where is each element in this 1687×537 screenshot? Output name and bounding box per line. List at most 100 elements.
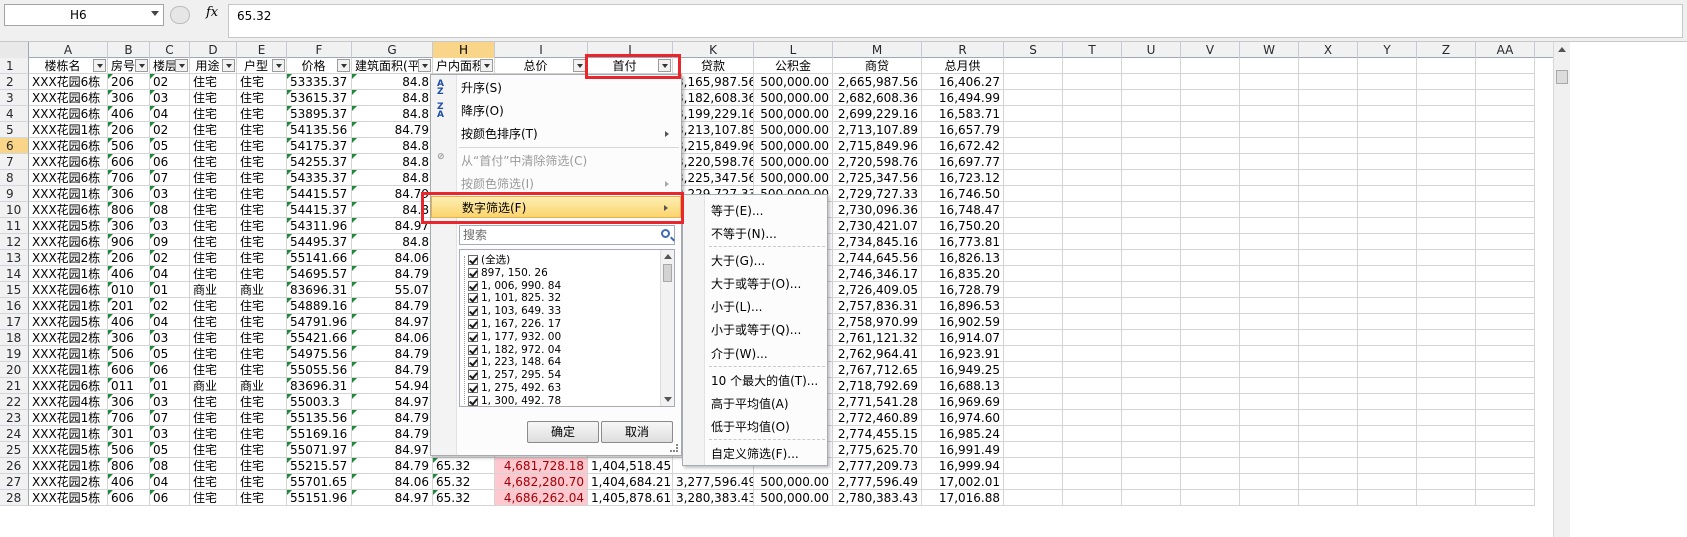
cell[interactable]: 84.97 [352, 490, 433, 506]
cell[interactable]: 55.07 [352, 282, 433, 298]
cell[interactable] [1004, 170, 1063, 186]
cell[interactable]: 2,757,836.31 [833, 298, 922, 314]
clear-filter-item[interactable]: ⊘ 从“首付”中清除筛选(C) [431, 150, 681, 172]
cell[interactable] [1063, 138, 1122, 154]
cell[interactable]: 16,985.24 [922, 426, 1004, 442]
column-header[interactable]: D [190, 42, 237, 58]
cell[interactable] [1122, 314, 1181, 330]
cell[interactable]: 55135.56 [287, 410, 352, 426]
cell[interactable] [1004, 90, 1063, 106]
cell[interactable]: 住宅 [190, 202, 237, 218]
cell[interactable] [1181, 442, 1240, 458]
cell[interactable] [1063, 410, 1122, 426]
cell[interactable]: XXX花园5栋 [29, 314, 108, 330]
cell[interactable]: 04 [150, 474, 190, 490]
cell[interactable]: XXX花园6栋 [29, 74, 108, 90]
cell[interactable] [1181, 74, 1240, 90]
cell[interactable]: 2,682,608.36 [833, 90, 922, 106]
filter-search-input[interactable]: 搜索 [459, 225, 675, 245]
cell[interactable]: 2,744,645.56 [833, 250, 922, 266]
cell[interactable] [1417, 234, 1476, 250]
cell[interactable]: 65.32 [433, 490, 495, 506]
sort-by-color-item[interactable]: 按颜色排序(T) [431, 123, 681, 145]
cell[interactable]: 84.79 [352, 458, 433, 474]
cell[interactable]: 84.79 [352, 410, 433, 426]
cell[interactable]: 306 [108, 218, 150, 234]
cell[interactable] [1358, 170, 1417, 186]
filter-dropdown-icon[interactable] [135, 59, 148, 72]
cell[interactable] [1358, 282, 1417, 298]
cell[interactable] [1417, 458, 1476, 474]
cell[interactable]: 55003.3 [287, 394, 352, 410]
cell[interactable] [1240, 74, 1299, 90]
cell[interactable] [1063, 330, 1122, 346]
cell[interactable] [1417, 170, 1476, 186]
cell[interactable]: 54889.16 [287, 298, 352, 314]
cell[interactable] [1181, 378, 1240, 394]
number-filter-option[interactable]: 自定义筛选(F)... [711, 444, 799, 464]
filter-list-item[interactable]: 1, 223, 148. 64 [468, 356, 561, 369]
header-cell[interactable]: 价格 [287, 58, 352, 74]
cell[interactable]: 住宅 [190, 394, 237, 410]
scroll-up-icon[interactable] [1558, 47, 1566, 52]
cell[interactable] [1004, 314, 1063, 330]
cell[interactable] [1063, 314, 1122, 330]
cell[interactable]: 54415.37 [287, 202, 352, 218]
cell[interactable]: 住宅 [237, 186, 287, 202]
cell[interactable] [1358, 186, 1417, 202]
column-header[interactable]: G [352, 42, 433, 58]
cell[interactable] [1063, 170, 1122, 186]
cell[interactable] [1122, 378, 1181, 394]
cell[interactable]: 53895.37 [287, 106, 352, 122]
cell[interactable] [1417, 410, 1476, 426]
cell[interactable]: 01 [150, 282, 190, 298]
cell[interactable] [1122, 410, 1181, 426]
cell[interactable] [1063, 90, 1122, 106]
cell[interactable] [1063, 458, 1122, 474]
cell[interactable]: 500,000.00 [754, 154, 833, 170]
column-header[interactable]: AA [1476, 42, 1535, 58]
cell[interactable]: 010 [108, 282, 150, 298]
checkbox-checked-icon[interactable] [468, 267, 478, 278]
header-cell[interactable]: 户型 [237, 58, 287, 74]
cell[interactable] [1240, 474, 1299, 490]
cell[interactable]: 16,672.42 [922, 138, 1004, 154]
cell[interactable] [1299, 250, 1358, 266]
cell[interactable]: 住宅 [190, 234, 237, 250]
cell[interactable] [1358, 458, 1417, 474]
cell[interactable]: 住宅 [237, 394, 287, 410]
row-header[interactable]: 5 [0, 122, 29, 138]
cell[interactable]: 住宅 [237, 202, 287, 218]
cell[interactable]: 500,000.00 [754, 122, 833, 138]
cell[interactable] [1299, 138, 1358, 154]
cell[interactable] [1299, 298, 1358, 314]
cell[interactable]: 500,000.00 [754, 490, 833, 506]
cell[interactable] [1004, 138, 1063, 154]
cell[interactable] [1417, 490, 1476, 506]
cell[interactable]: 206 [108, 74, 150, 90]
cell[interactable]: 05 [150, 346, 190, 362]
cell[interactable] [1122, 122, 1181, 138]
cell[interactable] [1358, 362, 1417, 378]
cell[interactable]: 16,750.20 [922, 218, 1004, 234]
cell[interactable]: 16,974.60 [922, 410, 1004, 426]
cell[interactable]: 2,758,970.99 [833, 314, 922, 330]
cell[interactable]: 3,225,347.56 [673, 170, 754, 186]
cell[interactable] [1181, 474, 1240, 490]
cell[interactable]: 住宅 [190, 458, 237, 474]
cell[interactable]: 住宅 [237, 458, 287, 474]
cell[interactable] [1122, 346, 1181, 362]
checkbox-checked-icon[interactable] [468, 370, 478, 381]
cell[interactable]: 2,772,460.89 [833, 410, 922, 426]
cell[interactable]: 3,199,229.16 [673, 106, 754, 122]
cell[interactable]: 06 [150, 490, 190, 506]
cell[interactable] [1299, 330, 1358, 346]
cell[interactable] [1181, 250, 1240, 266]
cell[interactable] [1240, 186, 1299, 202]
cell[interactable] [1004, 410, 1063, 426]
cell[interactable]: 206 [108, 122, 150, 138]
cell[interactable] [1004, 186, 1063, 202]
cell[interactable] [1299, 378, 1358, 394]
cell[interactable]: 4,681,728.18 [495, 458, 588, 474]
cell[interactable]: XXX花园1栋 [29, 266, 108, 282]
